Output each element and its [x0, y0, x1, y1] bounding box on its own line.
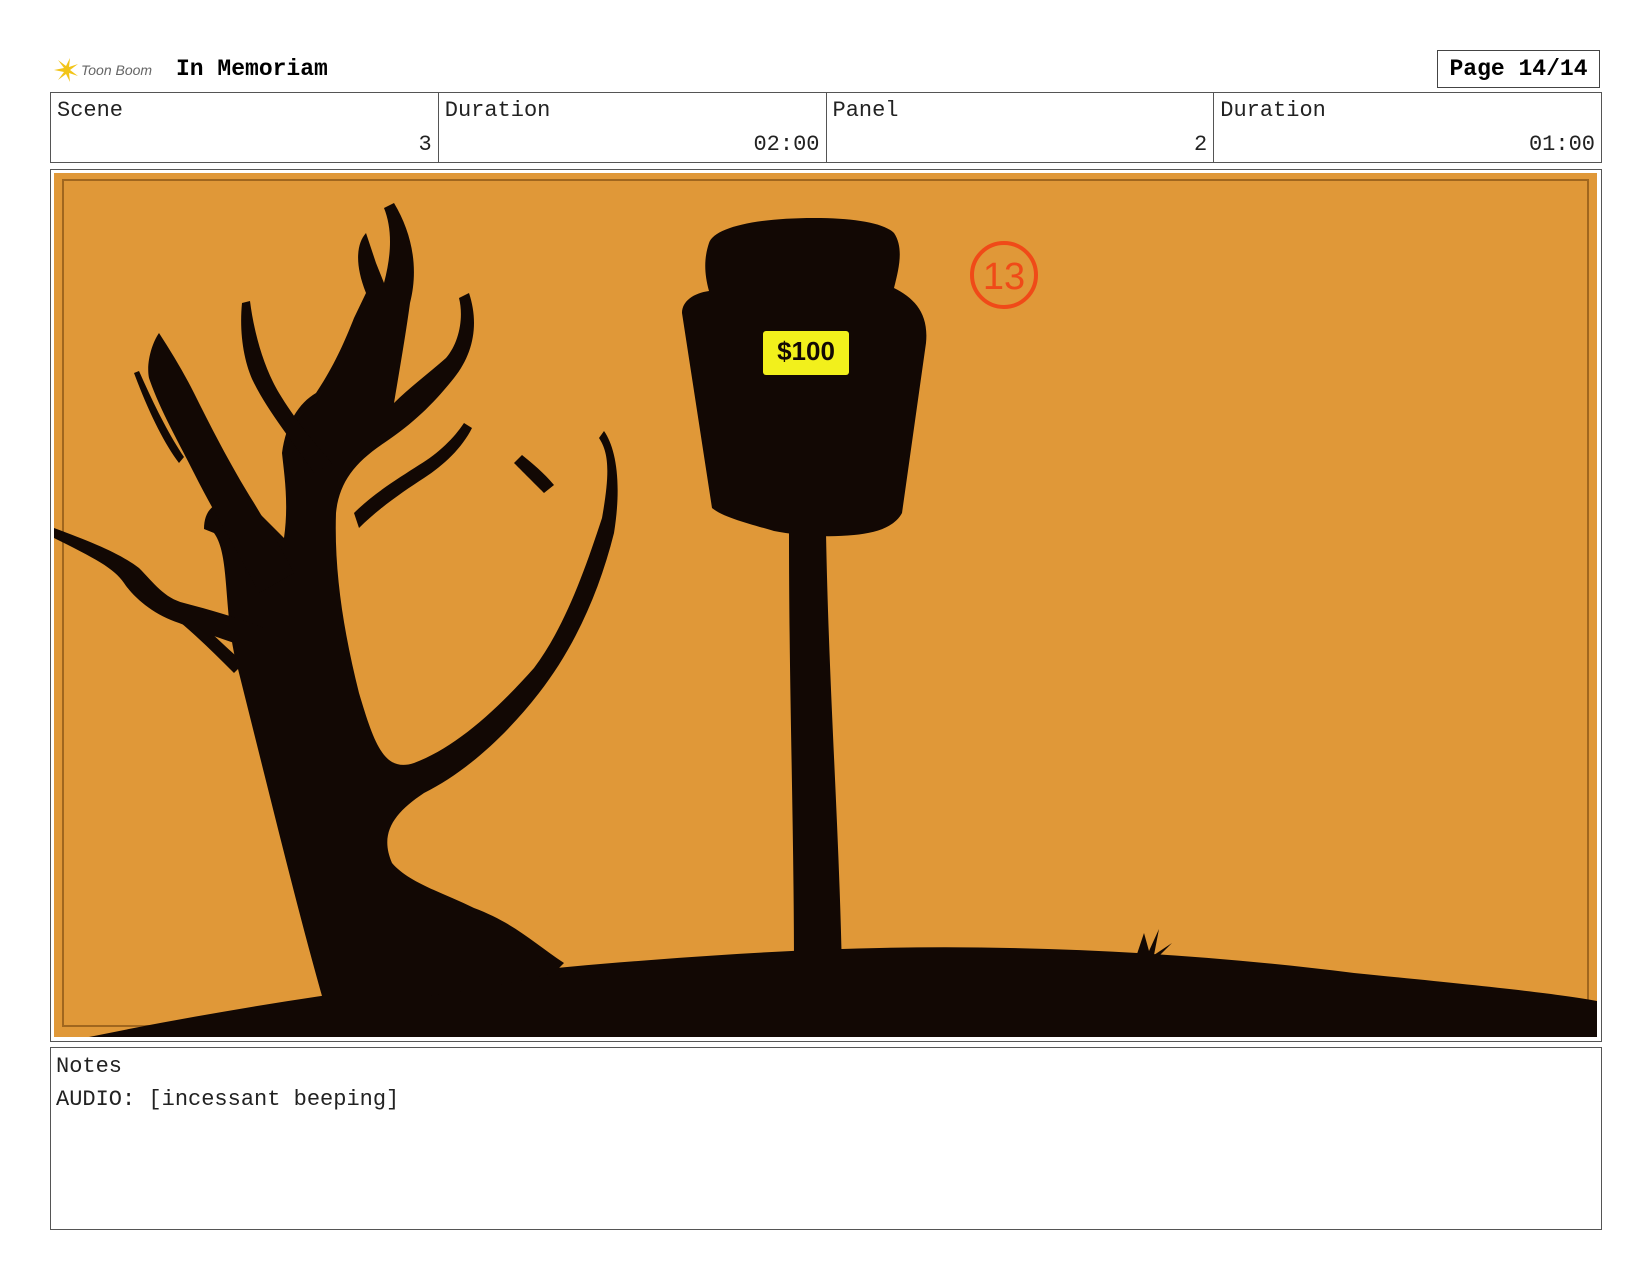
scene-duration-value: 02:00 — [753, 132, 820, 157]
scene-value: 3 — [418, 132, 432, 157]
panel-value: 2 — [1194, 132, 1208, 157]
scene-cell: Scene 3 — [51, 93, 439, 162]
toon-boom-logo: Toon Boom — [52, 55, 152, 85]
notes-box: Notes AUDIO: [incessant beeping] — [50, 1047, 1602, 1230]
document-title: In Memoriam — [176, 56, 328, 82]
panel-duration-label: Duration — [1220, 98, 1326, 123]
page-indicator: Page 14/14 — [1437, 50, 1600, 88]
panel-label: Panel — [832, 98, 899, 123]
panel-artwork: $100 13 — [54, 173, 1597, 1037]
panel-cell: Panel 2 — [827, 93, 1215, 162]
panel-duration-value: 01:00 — [1528, 132, 1595, 157]
star-burst-icon — [54, 58, 78, 82]
price-tag-text: $100 — [777, 336, 835, 366]
scene-duration-label: Duration — [444, 98, 551, 123]
storyboard-panel: $100 13 — [50, 169, 1602, 1042]
notes-text: AUDIO: [incessant beeping] — [56, 1087, 400, 1112]
shot-number-text: 13 — [983, 256, 1025, 298]
price-tag: $100 — [763, 331, 849, 375]
notes-label: Notes — [56, 1054, 123, 1079]
scene-label: Scene — [57, 98, 124, 123]
panel-info-table: Scene 3 Duration 02:00 Panel 2 Duration … — [50, 92, 1602, 163]
scene-duration-cell: Duration 02:00 — [439, 93, 827, 162]
logo-text: Toon Boom — [81, 62, 153, 78]
header-bar: Toon Boom In Memoriam Page 14/14 — [50, 50, 1600, 90]
panel-duration-cell: Duration 01:00 — [1214, 93, 1601, 162]
